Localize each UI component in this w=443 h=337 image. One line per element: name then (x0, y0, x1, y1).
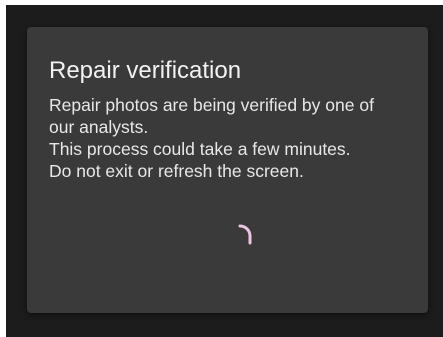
dialog-message-line: This process could take a few minutes. (49, 139, 351, 159)
dialog-message-line: Repair photos are being verified by one … (49, 95, 374, 115)
repair-verification-dialog: Repair verification Repair photos are be… (27, 27, 428, 313)
dialog-message-line: our analysts. (49, 117, 149, 137)
dialog-title: Repair verification (49, 57, 242, 84)
loading-spinner-icon (238, 224, 252, 245)
dialog-message: Repair photos are being verified by one … (49, 94, 419, 182)
dialog-message-line: Do not exit or refresh the screen. (49, 161, 304, 181)
app-backdrop: Repair verification Repair photos are be… (6, 5, 443, 337)
